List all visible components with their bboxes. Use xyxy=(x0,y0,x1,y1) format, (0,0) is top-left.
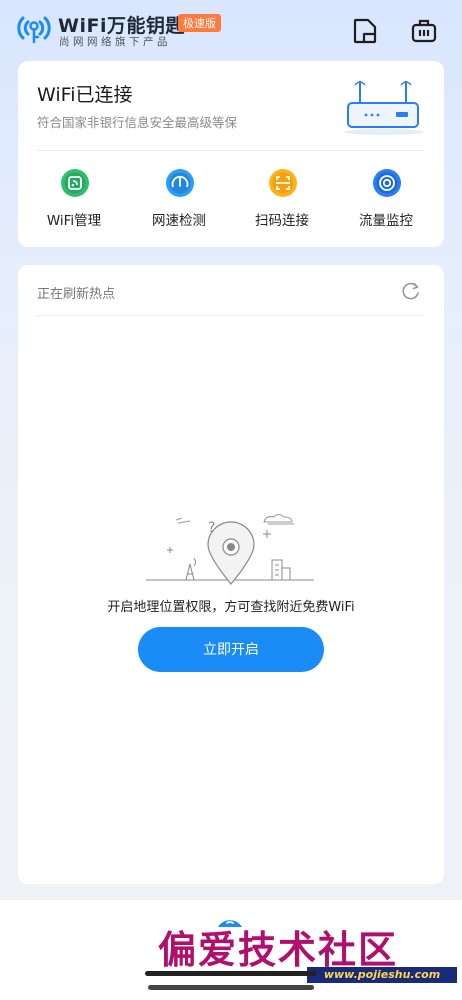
connection-title: WiFi已连接 xyxy=(37,84,133,106)
tool-traffic-monitor[interactable]: 流量监控 xyxy=(336,168,436,229)
location-permission-message: 开启地理位置权限，方可查找附近免费WiFi xyxy=(107,600,355,615)
location-empty-illustration: ? xyxy=(146,514,314,585)
site-watermark: 偏爱技术社区 www.pojieshu.com xyxy=(150,917,462,987)
router-icon xyxy=(344,81,424,135)
hotspot-card: 正在刷新热点 ? 开启地理位置权限，方可查找附近免费WiFi 立即开启 xyxy=(18,265,444,884)
home-indicator[interactable] xyxy=(145,971,317,976)
speedometer-icon xyxy=(166,169,194,197)
toolbox-icon[interactable] xyxy=(410,17,438,45)
watermark-title: 偏爱技术社区 xyxy=(158,927,399,972)
tool-speed-test[interactable]: 网速检测 xyxy=(129,168,229,229)
tool-grid: WiFi管理 网速检测 扫码连接 流量监控 xyxy=(18,168,444,229)
brand-subtitle: 尚网网络旗下产品 xyxy=(59,36,171,48)
divider xyxy=(37,315,425,316)
tool-label: WiFi管理 xyxy=(46,213,102,229)
svg-text:?: ? xyxy=(208,520,215,536)
refresh-icon[interactable] xyxy=(400,280,422,302)
tool-label: 扫码连接 xyxy=(255,213,309,229)
wifi-key-logo-icon xyxy=(17,16,51,44)
tool-label: 流量监控 xyxy=(359,213,413,229)
connection-card: WiFi已连接 符合国家非银行信息安全最高级等保 WiFi管理 网速检测 扫码连… xyxy=(18,61,444,247)
document-icon[interactable] xyxy=(351,17,379,45)
divider xyxy=(37,150,425,151)
scan-icon xyxy=(269,169,297,197)
home-indicator-shadow xyxy=(148,985,314,990)
wifi-manage-icon xyxy=(61,169,89,197)
traffic-monitor-icon xyxy=(373,169,401,197)
tool-scan-connect[interactable]: 扫码连接 xyxy=(232,168,332,229)
tool-wifi-manage[interactable]: WiFi管理 xyxy=(24,168,124,229)
tool-label: 网速检测 xyxy=(152,213,206,229)
speed-edition-badge: 极速版 xyxy=(178,14,221,32)
enable-location-button[interactable]: 立即开启 xyxy=(138,627,324,672)
watermark-url: www.pojieshu.com xyxy=(307,967,457,983)
connection-subtitle: 符合国家非银行信息安全最高级等保 xyxy=(37,115,238,130)
refresh-status: 正在刷新热点 xyxy=(37,287,116,302)
app-header: WiFi万能钥匙 极速版 尚网网络旗下产品 xyxy=(0,0,462,60)
